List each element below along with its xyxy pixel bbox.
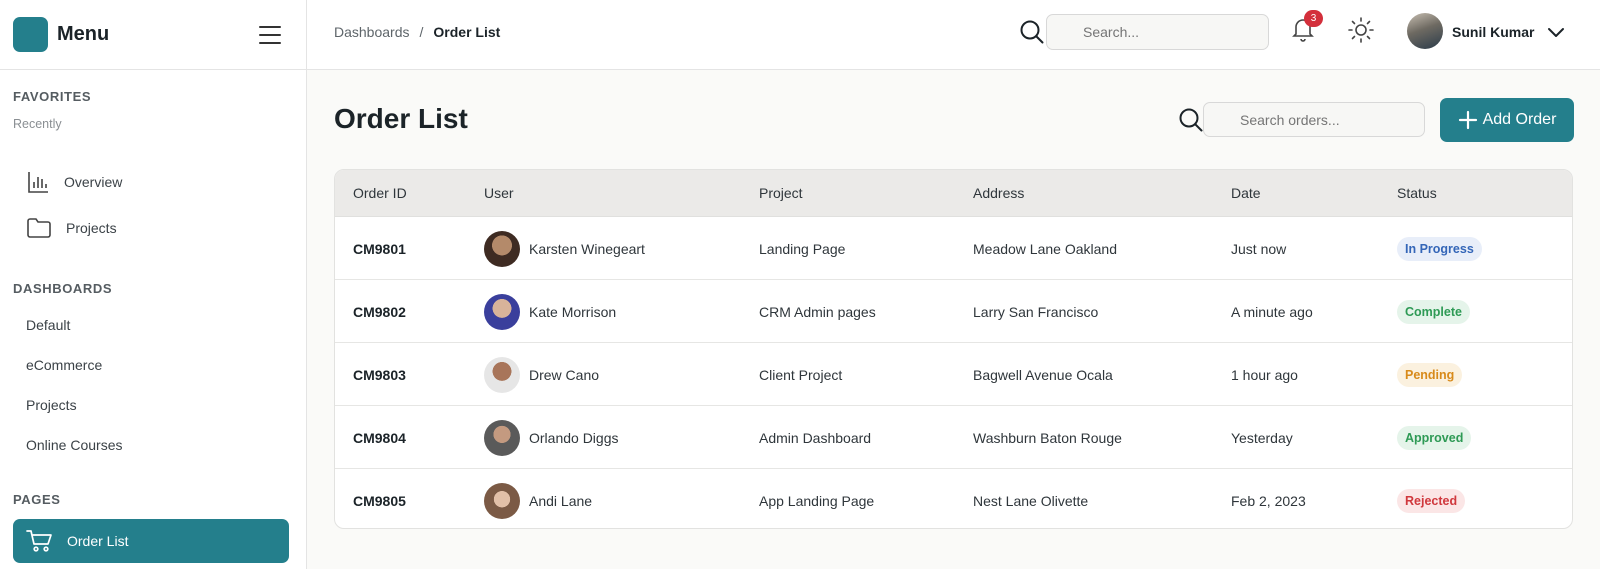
- col-project[interactable]: Project: [759, 185, 803, 201]
- sidebar-item-label: Order List: [67, 533, 129, 549]
- status-badge: In Progress: [1397, 236, 1482, 261]
- breadcrumb-separator: /: [419, 24, 424, 40]
- table-row[interactable]: CM9805 Andi Lane App Landing Page Nest L…: [335, 469, 1572, 528]
- user-avatar[interactable]: [1407, 13, 1443, 49]
- global-search-input[interactable]: [1046, 14, 1269, 50]
- status-badge: Pending: [1397, 362, 1463, 387]
- user-cell: Drew Cano: [484, 343, 599, 406]
- project: App Landing Page: [759, 492, 875, 509]
- avatar: [484, 419, 520, 456]
- date: Yesterday: [1231, 429, 1293, 446]
- status-badge: Approved: [1397, 425, 1472, 450]
- orders-search-input[interactable]: [1203, 102, 1425, 137]
- sidebar-item-overview[interactable]: Overview: [26, 170, 122, 194]
- table-row[interactable]: CM9803 Drew Cano Client Project Bagwell …: [335, 343, 1572, 406]
- address: Meadow Lane Oakland: [973, 240, 1117, 257]
- table-row[interactable]: CM9802 Kate Morrison CRM Admin pages Lar…: [335, 280, 1572, 343]
- sidebar-item-order-list[interactable]: Order List: [13, 519, 289, 563]
- main-content: Order List Add Order Order ID User Proje…: [307, 70, 1600, 569]
- user-cell: Andi Lane: [484, 469, 593, 528]
- chart-bar-icon: [28, 172, 48, 193]
- col-date[interactable]: Date: [1231, 185, 1261, 201]
- breadcrumb-current: Order List: [433, 24, 501, 40]
- order-id: CM9802: [353, 303, 406, 320]
- order-id: CM9805: [353, 492, 406, 509]
- sidebar-item-ecommerce[interactable]: eCommerce: [26, 357, 102, 373]
- avatar: [484, 293, 520, 330]
- project: Admin Dashboard: [759, 429, 872, 446]
- col-order-id[interactable]: Order ID: [353, 185, 407, 201]
- notification-badge: 3: [1304, 10, 1323, 27]
- sidebar-item-projects-fav[interactable]: Projects: [26, 217, 117, 239]
- date: Just now: [1231, 240, 1287, 257]
- sidebar-item-default[interactable]: Default: [26, 317, 70, 333]
- order-id: CM9803: [353, 366, 406, 383]
- status-cell: Pending: [1397, 343, 1463, 406]
- dashboards-title: DASHBOARDS: [13, 281, 113, 296]
- breadcrumb: Dashboards / Order List: [334, 24, 500, 40]
- sidebar-header: Menu: [0, 0, 306, 70]
- status-badge: Complete: [1397, 299, 1470, 324]
- status-cell: Rejected: [1397, 469, 1466, 528]
- avatar: [484, 230, 520, 267]
- project: Client Project: [759, 366, 843, 383]
- user-cell: Orlando Diggs: [484, 406, 619, 469]
- status-cell: In Progress: [1397, 217, 1482, 280]
- favorites-title: FAVORITES: [13, 89, 92, 104]
- user-name: Kate Morrison: [529, 303, 617, 320]
- avatar: [484, 356, 520, 393]
- user-name: Drew Cano: [529, 366, 600, 383]
- table-row[interactable]: CM9804 Orlando Diggs Admin Dashboard Was…: [335, 406, 1572, 469]
- favorites-recently-tab[interactable]: Recently: [13, 117, 62, 131]
- col-user[interactable]: User: [484, 185, 514, 201]
- date: Feb 2, 2023: [1231, 492, 1306, 509]
- user-name: Karsten Winegeart: [529, 240, 645, 257]
- search-icon[interactable]: [1019, 19, 1045, 45]
- sidebar-item-online-courses[interactable]: Online Courses: [26, 437, 123, 453]
- topbar: Dashboards / Order List 3 Sunil Kumar: [307, 0, 1600, 70]
- date: A minute ago: [1231, 303, 1313, 320]
- address: Nest Lane Olivette: [973, 492, 1089, 509]
- chevron-down-icon[interactable]: [1546, 23, 1566, 41]
- cart-icon: [26, 530, 52, 552]
- status-badge: Rejected: [1397, 488, 1466, 513]
- status-cell: Approved: [1397, 406, 1472, 469]
- address: Washburn Baton Rouge: [973, 429, 1122, 446]
- order-id: CM9801: [353, 240, 406, 257]
- add-order-label: Add Order: [1482, 111, 1557, 128]
- order-id: CM9804: [353, 429, 406, 446]
- table-header: Order ID User Project Address Date Statu…: [335, 170, 1572, 217]
- col-address[interactable]: Address: [973, 185, 1024, 201]
- add-order-button[interactable]: Add Order: [1440, 98, 1574, 142]
- search-icon[interactable]: [1178, 107, 1204, 133]
- address: Bagwell Avenue Ocala: [973, 366, 1113, 383]
- user-cell: Karsten Winegeart: [484, 217, 645, 280]
- user-name: Orlando Diggs: [529, 429, 619, 446]
- page-title: Order List: [334, 103, 468, 134]
- sidebar-item-label: Overview: [64, 174, 123, 190]
- theme-toggle-sun-icon[interactable]: [1348, 17, 1374, 43]
- orders-table: Order ID User Project Address Date Statu…: [334, 169, 1573, 529]
- sidebar: Menu FAVORITES Recently Overview Project…: [0, 0, 307, 569]
- user-name: Andi Lane: [529, 492, 593, 509]
- sidebar-item-projects[interactable]: Projects: [26, 397, 77, 413]
- col-status[interactable]: Status: [1397, 185, 1437, 201]
- sidebar-item-label: Projects: [66, 220, 117, 236]
- date: 1 hour ago: [1231, 366, 1298, 383]
- avatar: [484, 482, 520, 519]
- pages-title: PAGES: [13, 492, 61, 507]
- user-cell: Kate Morrison: [484, 280, 616, 343]
- user-name[interactable]: Sunil Kumar: [1452, 24, 1534, 40]
- menu-title: Menu: [57, 23, 110, 45]
- hamburger-menu-icon[interactable]: [259, 25, 281, 44]
- project: CRM Admin pages: [759, 303, 876, 320]
- plus-icon: [1458, 110, 1477, 130]
- app-logo[interactable]: [13, 17, 48, 52]
- breadcrumb-dashboards[interactable]: Dashboards: [334, 24, 410, 40]
- table-row[interactable]: CM9801 Karsten Winegeart Landing Page Me…: [335, 217, 1572, 280]
- project: Landing Page: [759, 240, 846, 257]
- status-cell: Complete: [1397, 280, 1470, 343]
- address: Larry San Francisco: [973, 303, 1099, 320]
- folder-icon: [27, 218, 51, 238]
